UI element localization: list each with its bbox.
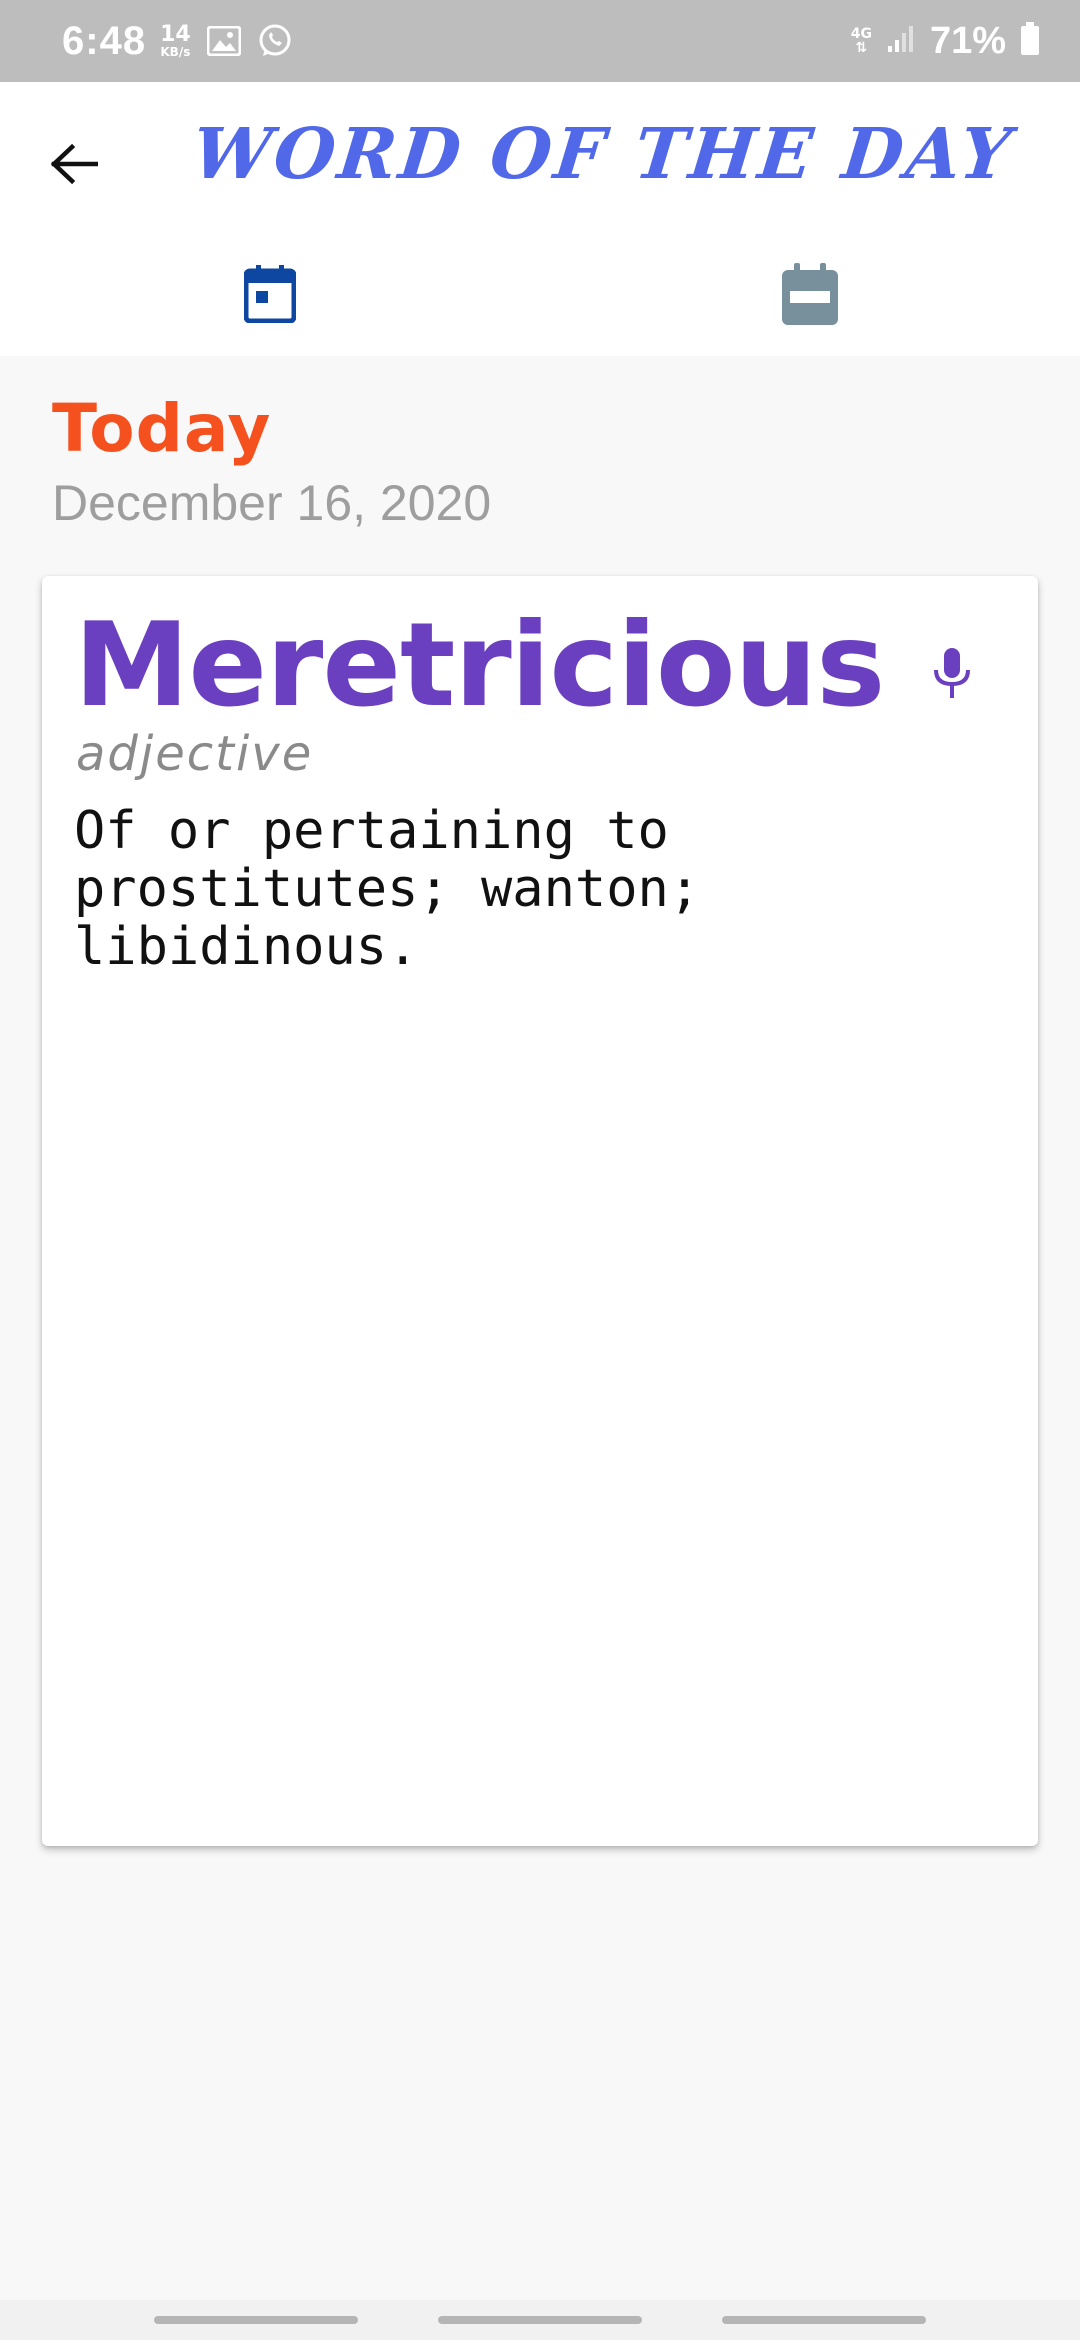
signal-icon — [886, 24, 916, 58]
battery-percent: 71% — [929, 19, 1006, 62]
nav-back-button[interactable] — [722, 2316, 926, 2324]
nav-home-button[interactable] — [438, 2316, 642, 2324]
word-definition: Of or pertaining to prostitutes; wanton;… — [74, 801, 701, 977]
back-button[interactable] — [44, 134, 104, 194]
calendar-icon — [782, 263, 838, 325]
app-title: WORD OF THE DAY — [188, 112, 1018, 195]
status-time: 6:48 — [62, 18, 147, 63]
network-type: 4G ⇅ — [850, 26, 872, 56]
whatsapp-icon — [257, 23, 293, 59]
calendar-today-icon — [244, 265, 296, 323]
word-title: Meretricious — [74, 598, 885, 733]
navigation-bar — [0, 2300, 1080, 2340]
tab-calendar[interactable] — [770, 254, 850, 334]
network-speed: 14 KB/s — [160, 22, 191, 59]
network-speed-unit: KB/s — [160, 45, 191, 59]
network-speed-value: 14 — [160, 22, 191, 47]
status-bar: 6:48 14 KB/s 4G ⇅ 71% — [0, 0, 1080, 82]
nav-recents-button[interactable] — [154, 2316, 358, 2324]
network-type-label: 4G — [850, 26, 872, 42]
date-label: December 16, 2020 — [52, 475, 492, 531]
app-header: WORD OF THE DAY — [0, 82, 1080, 356]
word-card: Meretricious adjective Of or pertaining … — [42, 576, 1038, 1846]
part-of-speech: adjective — [76, 726, 314, 782]
tab-today[interactable] — [230, 254, 310, 334]
battery-icon — [1020, 22, 1040, 60]
today-label: Today — [52, 390, 272, 467]
gallery-icon — [206, 26, 241, 56]
pronounce-button[interactable] — [920, 642, 984, 706]
arrow-left-icon — [50, 144, 98, 184]
microphone-icon — [934, 648, 970, 698]
